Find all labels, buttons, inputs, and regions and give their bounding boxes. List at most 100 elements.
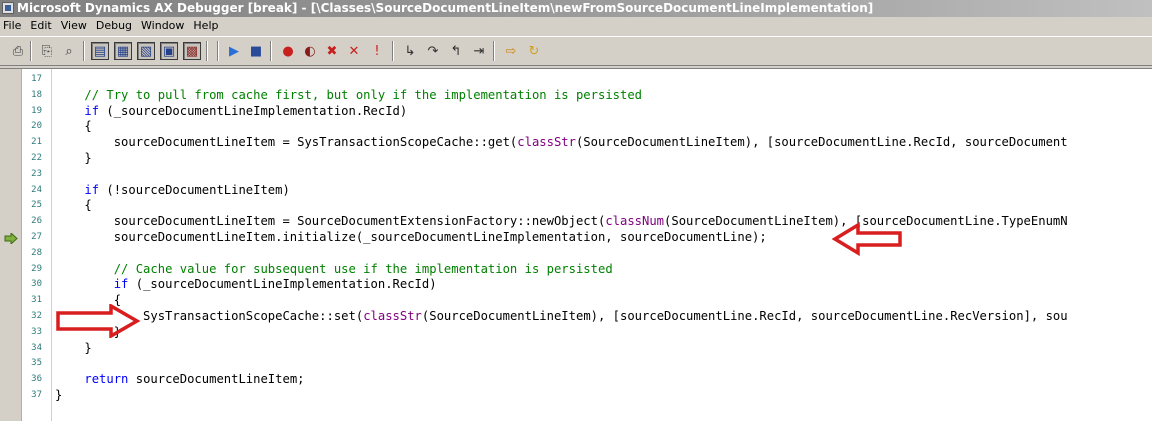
step-out-icon[interactable]: ↰ (447, 42, 465, 60)
code-line[interactable]: if (_sourceDocumentLineImplementation.Re… (55, 103, 407, 119)
exclamation-icon[interactable]: ! (368, 42, 386, 60)
code-text: } (55, 341, 92, 355)
code-text: (!sourceDocumentLineItem) (99, 183, 290, 197)
menu-file[interactable]: File (3, 19, 21, 32)
code-text: sourceDocumentLineItem = SourceDocumentE… (55, 214, 606, 228)
toggle-breakpoint-icon[interactable]: ● (279, 42, 297, 60)
app-icon[interactable] (2, 2, 14, 14)
menu-edit[interactable]: Edit (30, 19, 51, 32)
line-number: 24 (31, 185, 42, 195)
line-number: 27 (31, 232, 42, 242)
code-line[interactable]: { (55, 197, 91, 213)
code-line[interactable]: // Try to pull from cache first, but onl… (55, 87, 642, 103)
code-line[interactable]: sourceDocumentLineItem = SysTransactionS… (55, 134, 1068, 150)
line-number: 34 (31, 343, 42, 353)
enable-breakpoint-icon[interactable]: ◐ (301, 42, 319, 60)
step-over-icon[interactable]: ↷ (424, 42, 442, 60)
line-number: 23 (31, 169, 42, 179)
menu-window[interactable]: Window (141, 19, 184, 32)
line-number: 33 (31, 327, 42, 337)
code-line[interactable]: } (55, 150, 92, 166)
code-line[interactable]: { (55, 118, 91, 134)
code-editor[interactable]: // Try to pull from cache first, but onl… (0, 68, 1152, 421)
toolbar-separator (30, 41, 32, 61)
breakpoint-margin[interactable] (0, 69, 22, 421)
annotation-arrow-right-icon (56, 304, 141, 338)
line-number: 37 (31, 390, 42, 400)
code-window-icon[interactable]: ▤ (91, 42, 109, 60)
line-number: 21 (31, 137, 42, 147)
title-bar: Microsoft Dynamics AX Debugger [break] -… (0, 0, 1152, 17)
line-number: 22 (31, 153, 42, 163)
line-number: 18 (31, 90, 42, 100)
callstack-window-icon[interactable]: ▧ (137, 42, 155, 60)
toolbar-separator (493, 41, 495, 61)
code-text: } (55, 151, 92, 165)
annotation-arrow-left-icon (832, 222, 902, 256)
code-text: (_sourceDocumentLineImplementation.RecId… (128, 277, 437, 291)
line-number: 20 (31, 121, 42, 131)
code-intrinsic: classNum (605, 214, 665, 228)
window-title: Microsoft Dynamics AX Debugger [break] -… (17, 1, 874, 15)
menu-view[interactable]: View (61, 19, 87, 32)
code-line[interactable]: // Cache value for subsequent use if the… (55, 261, 613, 277)
code-line[interactable]: if (!sourceDocumentLineItem) (55, 182, 290, 198)
code-intrinsic: classStr (517, 135, 576, 149)
toolbar: ⎙ ⎘ ⌕ ▤ ▦ ▧ ▣ ▩ ▶ ■ ● ◐ ✖ ✕! ↳ ↷ ↰ ⇥ ⇨ ↻ (0, 36, 1152, 66)
remove-all-breakpoints-icon[interactable]: ✕ (345, 42, 363, 60)
breakpoints-window-icon[interactable]: ▩ (183, 42, 201, 60)
code-text: } (55, 388, 63, 402)
line-number: 30 (31, 279, 42, 289)
menu-debug[interactable]: Debug (96, 19, 132, 32)
code-line[interactable]: sourceDocumentLineItem.initialize(_sourc… (55, 229, 767, 245)
run-icon[interactable]: ▶ (225, 42, 243, 60)
line-number: 19 (31, 106, 42, 116)
toolbar-separator (206, 41, 208, 61)
code-line[interactable]: } (55, 340, 92, 356)
toolbar-separator (392, 41, 394, 61)
code-text: (SourceDocumentLineItem), [sourceDocumen… (421, 309, 1068, 323)
menu-help[interactable]: Help (193, 19, 218, 32)
line-number: 17 (31, 74, 42, 84)
line-number: 31 (31, 295, 42, 305)
code-keyword: return (84, 372, 129, 386)
line-number: 26 (31, 216, 42, 226)
line-number: 36 (31, 374, 42, 384)
refresh-icon[interactable]: ↻ (525, 42, 543, 60)
find-icon[interactable]: ⌕ (60, 42, 78, 60)
line-number: 29 (31, 264, 42, 274)
code-keyword: if (84, 183, 100, 197)
code-line[interactable]: } (55, 387, 62, 403)
code-line[interactable]: if (_sourceDocumentLineImplementation.Re… (55, 276, 437, 292)
line-number: 25 (31, 200, 42, 210)
code-comment: // Cache value for subsequent use if the… (113, 262, 613, 276)
line-number: 35 (31, 358, 42, 368)
watch-window-icon[interactable]: ▣ (160, 42, 178, 60)
copy-icon[interactable]: ⎘ (38, 42, 56, 60)
code-line[interactable]: sourceDocumentLineItem = SourceDocumentE… (55, 213, 1068, 229)
code-keyword: if (84, 104, 100, 118)
code-intrinsic: classStr (363, 309, 422, 323)
show-next-statement-icon[interactable]: ⇨ (502, 42, 520, 60)
code-text: sourceDocumentLineItem.initialize(_sourc… (55, 230, 767, 244)
code-text: (_sourceDocumentLineImplementation.RecId… (99, 104, 408, 118)
current-line-arrow-icon (4, 233, 18, 244)
stop-icon[interactable]: ■ (247, 42, 265, 60)
code-text: sourceDocumentLineItem; (128, 372, 305, 386)
code-keyword: if (113, 277, 129, 291)
run-to-cursor-icon[interactable]: ⇥ (470, 42, 488, 60)
toolbar-separator (270, 41, 272, 61)
line-number: 32 (31, 311, 42, 321)
step-into-icon[interactable]: ↳ (401, 42, 419, 60)
toolbar-separator (217, 41, 219, 61)
code-comment: // Try to pull from cache first, but onl… (84, 88, 643, 102)
line-number: 28 (31, 248, 42, 258)
remove-breakpoint-icon[interactable]: ✖ (323, 42, 341, 60)
code-line[interactable]: SysTransactionScopeCache::set(classStr(S… (55, 308, 1068, 324)
code-line[interactable]: return sourceDocumentLineItem; (55, 371, 305, 387)
print-icon[interactable]: ⎙ (9, 42, 27, 60)
variables-window-icon[interactable]: ▦ (114, 42, 132, 60)
